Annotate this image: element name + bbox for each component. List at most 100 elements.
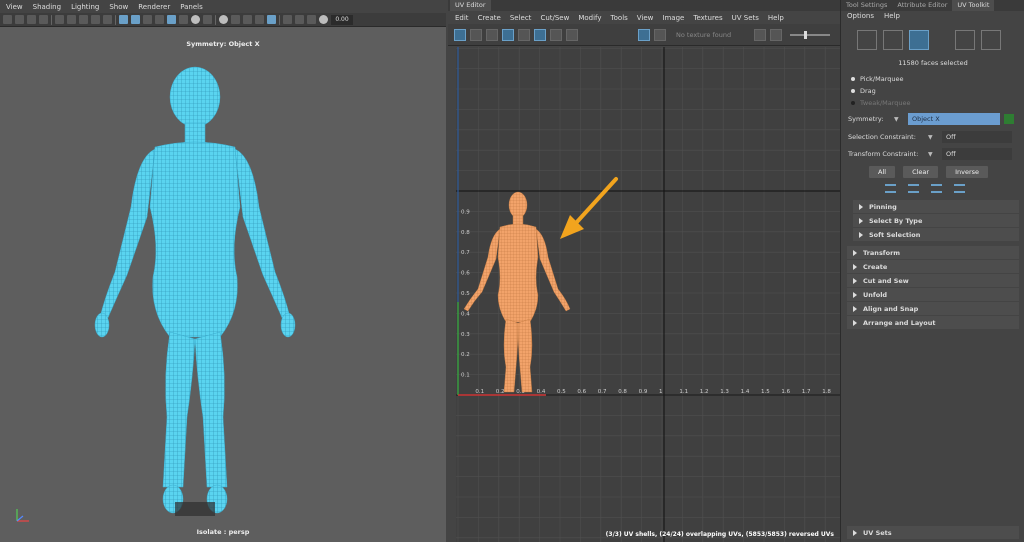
uv-distortion-icon[interactable] — [486, 28, 498, 41]
select-camera-icon[interactable] — [3, 15, 12, 24]
menu-panels[interactable]: Panels — [180, 3, 203, 11]
grow-selection-icon[interactable] — [885, 184, 896, 193]
face-mode-icon[interactable] — [909, 30, 929, 50]
backface-culling-icon[interactable] — [307, 15, 316, 24]
section-unfold[interactable]: Unfold — [847, 288, 1019, 301]
inverse-selection-button[interactable]: Inverse — [946, 166, 989, 178]
xray-active-icon[interactable] — [295, 15, 304, 24]
select-shell-icon[interactable] — [954, 184, 965, 193]
image-plane-icon[interactable] — [39, 15, 48, 24]
isolate-select-icon[interactable] — [267, 15, 276, 24]
section-cut-and-sew[interactable]: Cut and Sew — [847, 274, 1019, 287]
clear-selection-button[interactable]: Clear — [903, 166, 939, 178]
film-gate-icon[interactable] — [67, 15, 76, 24]
menu-help[interactable]: Help — [884, 12, 900, 20]
gamma-icon[interactable] — [770, 28, 782, 41]
camera-attributes-icon[interactable] — [15, 15, 24, 24]
menu-image[interactable]: Image — [662, 14, 684, 22]
transform-constraint-dropdown[interactable]: Off — [942, 148, 1012, 160]
use-all-lights-icon[interactable] — [191, 15, 200, 24]
section-soft-selection[interactable]: Soft Selection — [853, 228, 1019, 241]
texture-dropdown[interactable]: No texture found — [676, 31, 746, 39]
menu-modify[interactable]: Modify — [578, 14, 601, 22]
wireframe-icon[interactable] — [119, 15, 128, 24]
texture-borders-icon[interactable] — [518, 28, 530, 41]
display-image-icon[interactable] — [550, 28, 562, 41]
smooth-shade-icon[interactable] — [131, 15, 140, 24]
uv-shell-mode-icon[interactable] — [981, 30, 1001, 50]
exposure-value-field[interactable]: 0.00 — [331, 14, 353, 25]
section-arrange-and-layout[interactable]: Arrange and Layout — [847, 316, 1019, 329]
menu-options[interactable]: Options — [847, 12, 874, 20]
motion-blur-icon[interactable] — [231, 15, 240, 24]
checker-map-icon[interactable] — [534, 28, 546, 41]
ambient-occlusion-icon[interactable] — [219, 15, 228, 24]
vertex-mode-icon[interactable] — [857, 30, 877, 50]
menu-view[interactable]: View — [6, 3, 23, 11]
menu-show[interactable]: Show — [109, 3, 128, 11]
anti-aliasing-icon[interactable] — [243, 15, 252, 24]
selection-constraint-dropdown[interactable]: Off — [942, 131, 1012, 143]
tab-uv-toolkit[interactable]: UV Toolkit — [952, 0, 995, 11]
tab-attribute-editor[interactable]: Attribute Editor — [892, 0, 952, 11]
wireframe-on-shaded-icon[interactable] — [167, 15, 176, 24]
exposure-icon[interactable] — [319, 15, 328, 24]
shaded-uv-icon[interactable] — [502, 28, 514, 41]
snapshot-icon[interactable] — [566, 28, 578, 41]
mode-drag[interactable]: Drag — [851, 87, 876, 95]
xray-icon[interactable] — [179, 15, 188, 24]
chevron-down-icon[interactable]: ▼ — [894, 116, 908, 123]
section-align-and-snap[interactable]: Align and Snap — [847, 302, 1019, 315]
menu-tools[interactable]: Tools — [611, 14, 628, 22]
menu-uv-sets[interactable]: UV Sets — [732, 14, 759, 22]
chevron-down-icon[interactable]: ▼ — [928, 134, 942, 141]
menu-lighting[interactable]: Lighting — [71, 3, 99, 11]
uv-mode-icon[interactable] — [955, 30, 975, 50]
grid-icon[interactable] — [55, 15, 64, 24]
exposure-slider[interactable] — [790, 30, 830, 39]
edge-mode-icon[interactable] — [883, 30, 903, 50]
section-transform[interactable]: Transform — [847, 246, 1019, 259]
section-uv-sets[interactable]: UV Sets — [847, 526, 1019, 539]
mode-pick-marquee[interactable]: Pick/Marquee — [851, 75, 904, 83]
wireframe-mannequin[interactable] — [45, 47, 345, 517]
menu-renderer[interactable]: Renderer — [138, 3, 170, 11]
tab-uv-editor[interactable]: UV Editor — [450, 0, 491, 11]
menu-view[interactable]: View — [637, 14, 654, 22]
menu-textures[interactable]: Textures — [693, 14, 722, 22]
menu-cut-sew[interactable]: Cut/Sew — [540, 14, 569, 22]
3d-viewport[interactable]: Symmetry: Object X Isolate: persp — [0, 27, 446, 542]
field-chart-icon[interactable] — [103, 15, 112, 24]
menu-select[interactable]: Select — [510, 14, 532, 22]
shrink-selection-icon[interactable] — [908, 184, 919, 193]
toggle-grid-icon[interactable] — [454, 28, 466, 41]
chevron-down-icon[interactable]: ▼ — [928, 151, 942, 158]
uv-grid-canvas[interactable]: 0.90.80.70.60.50.40.30.20.1 0.1 0.2 0.3 0.4… — [456, 47, 840, 542]
image-display-icon[interactable] — [638, 28, 650, 41]
section-create[interactable]: Create — [847, 260, 1019, 273]
snap-icon[interactable] — [470, 28, 482, 41]
menu-shading[interactable]: Shading — [33, 3, 61, 11]
resolution-gate-icon[interactable] — [79, 15, 88, 24]
bookmark-icon[interactable] — [27, 15, 36, 24]
checker-tiles-icon[interactable] — [654, 28, 666, 41]
shadows-icon[interactable] — [203, 15, 212, 24]
tab-tool-settings[interactable]: Tool Settings — [841, 0, 892, 11]
default-material-icon[interactable] — [143, 15, 152, 24]
select-border-icon[interactable] — [931, 184, 942, 193]
symmetry-dropdown[interactable]: Object X — [908, 113, 1000, 125]
menu-edit[interactable]: Edit — [455, 14, 469, 22]
mode-tweak-marquee[interactable]: Tweak/Marquee — [851, 99, 911, 107]
menu-help[interactable]: Help — [768, 14, 784, 22]
select-all-button[interactable]: All — [869, 166, 896, 178]
section-pinning[interactable]: Pinning — [853, 200, 1019, 213]
symmetry-settings-icon[interactable] — [1004, 114, 1014, 124]
xray-joints-icon[interactable] — [283, 15, 292, 24]
uv-axis-label: 1.2 — [700, 389, 709, 395]
gate-mask-icon[interactable] — [91, 15, 100, 24]
section-select-by-type[interactable]: Select By Type — [853, 214, 1019, 227]
textured-icon[interactable] — [155, 15, 164, 24]
menu-create[interactable]: Create — [478, 14, 501, 22]
depth-of-field-icon[interactable] — [255, 15, 264, 24]
exposure-reset-icon[interactable] — [754, 28, 766, 41]
